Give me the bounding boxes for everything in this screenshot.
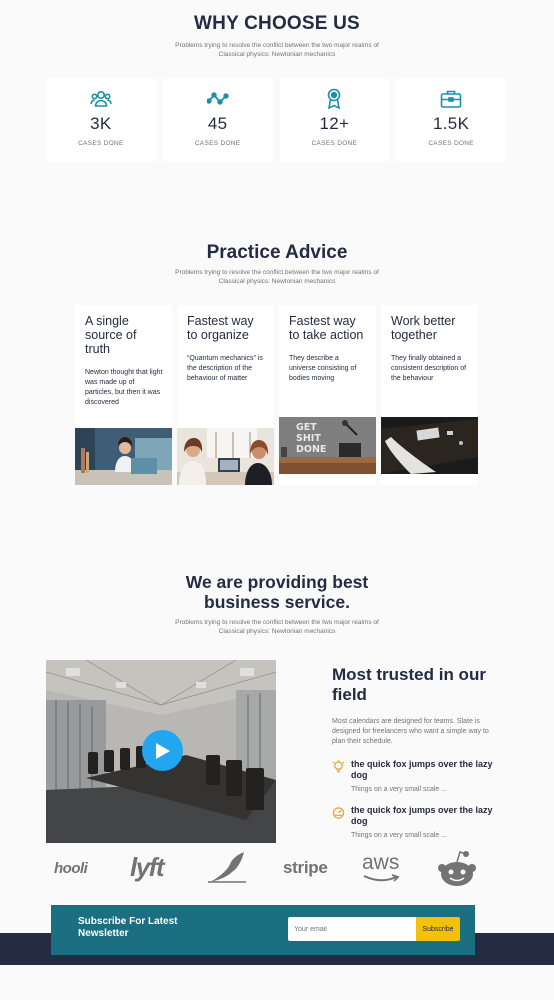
svg-text:SHIT: SHIT	[296, 433, 321, 444]
practice-card[interactable]: Work better together They finally obtain…	[381, 305, 478, 485]
why-title: WHY CHOOSE US	[194, 13, 360, 34]
users-icon	[46, 88, 156, 110]
stat-label: CASES DONE	[311, 140, 358, 147]
trend-icon	[163, 88, 273, 110]
practice-subtitle: Problems trying to resolve the conflict …	[175, 269, 379, 285]
email-input[interactable]	[288, 917, 416, 941]
video-player[interactable]	[46, 660, 276, 843]
providing-title: We are providing best business service.	[185, 572, 369, 612]
stat-value: 12+	[319, 114, 350, 133]
lightbulb-icon	[332, 760, 345, 773]
subscribe-banner: Subscribe For Latest Newsletter Subscrib…	[51, 905, 475, 955]
stats-row: 3K CASES DONE 45 CASES DONE 12+ CASES DO…	[46, 78, 506, 162]
feature-subtitle: Things on a very small scale ...	[351, 786, 448, 793]
gauge-icon	[332, 807, 345, 819]
leaf-icon	[208, 852, 246, 883]
stat-label: CASES DONE	[78, 140, 124, 147]
stat-value: 45	[207, 114, 228, 133]
card-title: A single source of truth	[85, 314, 137, 356]
practice-card[interactable]: A single source of truth Newton thought …	[75, 305, 172, 485]
hooli-logo: hooli	[54, 860, 88, 877]
stat-card: 12+ CASES DONE	[279, 78, 390, 162]
stat-value: 1.5K	[433, 114, 470, 133]
card-image-office-woman	[75, 428, 172, 485]
play-button[interactable]	[142, 730, 183, 771]
stripe-logo: stripe	[283, 858, 328, 877]
feature-title: the quick fox jumps over the lazy dog	[351, 759, 493, 780]
why-subtitle: Problems trying to resolve the conflict …	[175, 42, 379, 58]
feature-subtitle: Things on a very small scale ...	[351, 832, 448, 839]
leaf-logo	[208, 852, 246, 889]
aws-text: aws	[362, 851, 400, 874]
card-title: Fastest way to organize	[187, 314, 254, 342]
lyft-logo: lyft	[130, 852, 165, 882]
reddit-logo	[437, 850, 477, 893]
feature-item: the quick fox jumps over the lazy dog Th…	[332, 759, 502, 793]
aws-smile-icon	[363, 874, 400, 882]
stat-card: 3K CASES DONE	[46, 78, 156, 162]
trusted-text: Most calendars are designed for teams. S…	[332, 718, 489, 745]
card-title: Work better together	[391, 314, 456, 342]
practice-cards: A single source of truth Newton thought …	[75, 305, 478, 485]
card-image-get-shit-done: GET SHIT DONE	[279, 417, 376, 474]
card-title: Fastest way to take action	[289, 314, 364, 342]
practice-card[interactable]: Fastest way to take action They describe…	[279, 305, 376, 485]
stat-value: 3K	[90, 114, 112, 133]
trusted-title: Most trusted in our field	[332, 665, 486, 704]
card-text: They describe a universe consisting of b…	[289, 355, 357, 382]
play-icon	[155, 742, 170, 759]
card-image-desk-chair	[381, 417, 478, 474]
trusted-block: Most trusted in our field Most calendars…	[332, 665, 502, 839]
briefcase-icon	[396, 88, 506, 110]
reddit-icon	[438, 851, 476, 886]
card-text: They finally obtained a consistent descr…	[391, 355, 467, 382]
providing-subtitle: Problems trying to resolve the conflict …	[175, 619, 379, 635]
poster-text: GET	[296, 422, 317, 433]
stat-label: CASES DONE	[194, 140, 241, 147]
award-icon	[280, 88, 390, 110]
stat-label: CASES DONE	[428, 140, 474, 147]
feature-title: the quick fox jumps over the lazy dog	[351, 805, 493, 826]
client-logos: hooli lyft stripe aws	[46, 848, 486, 890]
aws-logo: aws	[362, 852, 400, 882]
stat-card: 45 CASES DONE	[162, 78, 273, 162]
card-text: “Quantum mechanics” is the description o…	[187, 355, 263, 382]
practice-card[interactable]: Fastest way to organize “Quantum mechani…	[177, 305, 274, 485]
card-text: Newton thought that light was made up of…	[85, 369, 163, 406]
card-image-two-women-laptop	[177, 428, 274, 485]
svg-text:DONE: DONE	[296, 444, 326, 455]
stat-card: 1.5K CASES DONE	[396, 78, 506, 162]
feature-item: the quick fox jumps over the lazy dog Th…	[332, 805, 502, 839]
subscribe-title: Subscribe For Latest Newsletter	[78, 916, 178, 939]
practice-title: Practice Advice	[206, 242, 348, 263]
subscribe-button[interactable]: Subscribe	[416, 917, 460, 941]
